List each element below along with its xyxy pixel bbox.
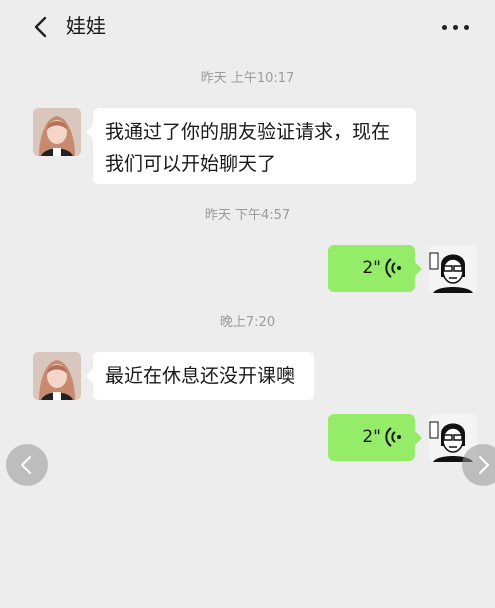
more-button[interactable] [440, 14, 472, 40]
message-text: 我通过了你的朋友验证请求，现在我们可以开始聊天了 [105, 121, 391, 175]
message-timestamp: 昨天 下午4:57 [204, 208, 291, 223]
chevron-left-icon [34, 16, 47, 38]
outgoing-voice-message[interactable]: 2" [328, 414, 422, 461]
voice-duration: 2" [362, 427, 381, 447]
next-image-button[interactable] [462, 444, 495, 486]
message-text: 最近在休息还没开课噢 [105, 365, 296, 387]
chevron-right-icon [479, 456, 489, 474]
chevron-left-icon [21, 456, 31, 474]
voice-wave-icon [385, 427, 401, 447]
incoming-message-bubble[interactable]: 最近在休息还没开课噢 [86, 352, 314, 400]
outgoing-voice-message[interactable]: 2" [328, 245, 422, 292]
back-button[interactable] [30, 14, 54, 40]
voice-duration: 2" [362, 258, 381, 278]
message-timestamp: 昨天 上午10:17 [200, 71, 295, 86]
contact-avatar[interactable] [33, 108, 81, 156]
previous-image-button[interactable] [6, 444, 48, 486]
my-avatar[interactable] [429, 245, 477, 293]
message-timestamp: 晚上7:20 [219, 315, 276, 330]
more-dots-icon [453, 25, 458, 30]
avatar-image [429, 245, 477, 293]
chat-title: 娃娃 [66, 14, 106, 38]
avatar-image [33, 352, 81, 400]
more-dots-icon [442, 25, 447, 30]
chat-header: 娃娃 [0, 0, 495, 54]
voice-wave-icon [385, 258, 401, 278]
avatar-image [33, 108, 81, 156]
more-dots-icon [464, 25, 469, 30]
incoming-message-bubble[interactable]: 我通过了你的朋友验证请求，现在我们可以开始聊天了 [86, 108, 416, 184]
contact-avatar[interactable] [33, 352, 81, 400]
